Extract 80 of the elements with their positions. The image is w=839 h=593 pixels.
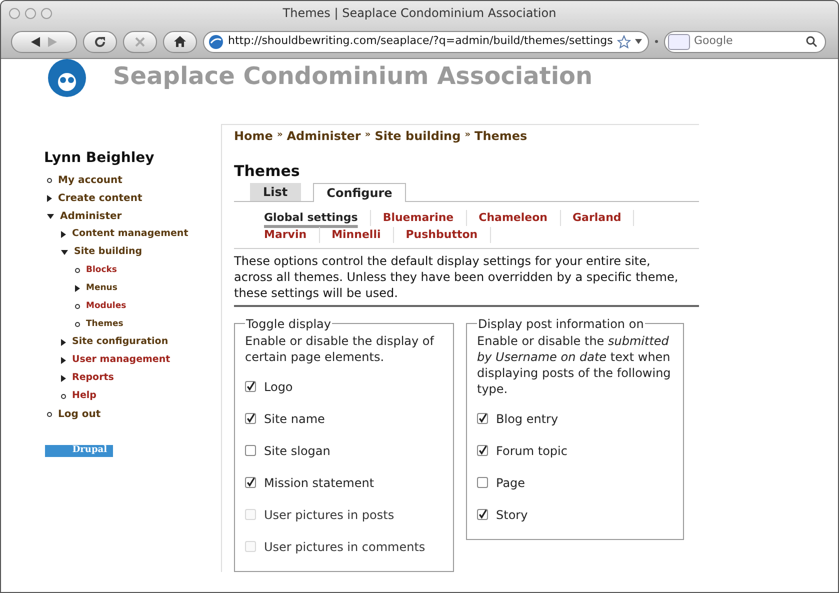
theme-link[interactable]: Bluemarine [382,210,467,226]
breadcrumb-link[interactable]: Administer [286,127,361,145]
breadcrumb-link[interactable]: Themes [474,127,528,145]
checkbox-label: Forum topic [496,442,568,460]
checkbox-label: Page [496,474,526,492]
checkbox-label: User pictures in posts [264,506,394,524]
checkbox[interactable] [477,509,488,520]
checkbox[interactable] [477,413,488,424]
checkbox-label: Mission statement [264,474,374,492]
search-engine-icon[interactable] [668,34,690,50]
checkbox-label: User pictures in comments [264,538,426,556]
menu-link[interactable]: Menus [86,282,118,294]
tab[interactable]: List [250,182,301,200]
intro-text: These options control the default display settings for your entire site, across all themes. Unless they have been overridden by a specific theme, these settings will be used. [234,248,699,306]
checkmark-icon [246,381,255,392]
back-forward-button[interactable] [11,30,77,52]
tab[interactable]: Configure [312,182,406,202]
window-title: Themes | Seaplace Condominium Association [282,5,558,22]
menu-link[interactable]: Log out [58,406,101,422]
checkbox-label: Site name [264,410,325,428]
theme-link[interactable]: Garland [572,210,634,226]
checkbox[interactable] [245,381,256,392]
close-icon [135,36,145,46]
theme-link[interactable]: Global settings [264,210,371,226]
fieldset-description: Enable or disable the submitted by Username on date text when displaying posts of the following type. [477,332,672,396]
checkmark-icon [246,477,255,488]
menu-link[interactable]: Content management [72,226,188,242]
checkmark-icon [246,413,255,424]
menu-link[interactable]: Reports [72,370,114,386]
checkbox-label: Site slogan [264,442,330,460]
reload-button[interactable] [83,30,117,52]
address-field[interactable]: http://shouldbewriting.com/seaplace/?q=admin/build/themes/settings [203,30,649,52]
checkbox[interactable] [477,477,488,488]
menu-link[interactable]: Themes [86,318,124,330]
theme-link[interactable]: Pushbutton [406,226,491,244]
page-title: Themes [234,161,301,182]
checkbox-label: Logo [264,378,293,396]
checkbox[interactable] [245,445,256,456]
checkbox-label: Blog entry [496,410,558,428]
back-icon [31,36,40,46]
forward-icon [48,36,57,46]
menu-link[interactable]: Site building [74,244,142,260]
checkmark-icon [478,509,487,520]
fieldset-description: Enable or disable the display of certain page elements. [245,332,436,364]
search-input[interactable]: Google [694,33,802,50]
menu-link[interactable]: Help [72,388,96,404]
search-icon [806,36,817,47]
dropdown-arrow-icon[interactable] [635,39,642,44]
menu-link[interactable]: Modules [86,300,126,312]
menu-link[interactable]: Site configuration [72,334,168,350]
checkbox[interactable] [245,413,256,424]
menu-link[interactable]: Administer [60,208,122,224]
star-icon[interactable] [617,34,631,48]
checkbox-label: Story [496,506,528,524]
user-name: Lynn Beighley [44,149,156,168]
breadcrumb-link[interactable]: Home [234,127,273,145]
checkmark-icon [478,413,487,424]
breadcrumb-separator: » [276,129,283,142]
theme-link[interactable]: Chameleon [478,210,561,226]
menu-link[interactable]: Create content [58,190,142,206]
reload-icon [94,36,106,48]
checkbox[interactable] [245,477,256,488]
globe-icon [208,34,224,50]
home-button[interactable] [163,30,197,52]
menu-link[interactable]: Blocks [86,264,117,276]
menu-link[interactable]: User management [72,352,170,368]
breadcrumb-separator: » [464,129,471,142]
search-field[interactable]: Google [664,30,826,52]
home-icon [174,36,186,47]
stop-button[interactable] [123,30,157,52]
breadcrumb-separator: » [364,129,371,142]
fieldset-legend: Display post information on [477,314,645,332]
theme-link[interactable]: Marvin [264,226,320,244]
checkmark-icon [478,445,487,456]
theme-link[interactable]: Minnelli [332,226,394,244]
menu-link[interactable]: My account [58,172,122,188]
checkbox[interactable] [477,445,488,456]
breadcrumb-link[interactable]: Site building [374,127,461,145]
url-text: http://shouldbewriting.com/seaplace/?q=admin/build/themes/settings [228,33,613,50]
fieldset-legend: Toggle display [245,314,332,332]
